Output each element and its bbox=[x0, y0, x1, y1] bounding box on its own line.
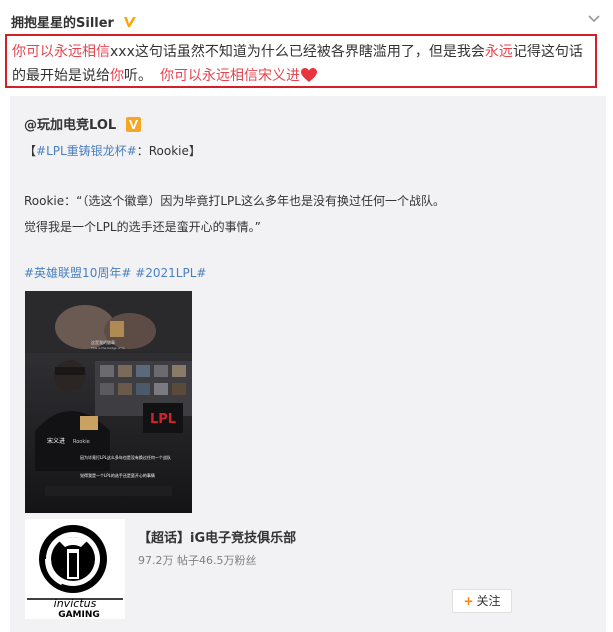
topic-link[interactable]: #LPL重铸银龙杯# bbox=[36, 144, 137, 158]
ig-logo: invictus GAMING bbox=[25, 519, 125, 620]
video-subtitle: 觉得我是一个LPL的选手还是蛮开心的事情 bbox=[80, 472, 155, 478]
video-caption-en: This is the badge of IG bbox=[90, 346, 125, 350]
chevron-down-icon[interactable] bbox=[587, 12, 601, 26]
repost-author-name[interactable]: @玩加电竞LOL bbox=[24, 118, 116, 133]
post-text-plain: 听。 bbox=[124, 68, 152, 84]
video-caption: 这是我的徽章 bbox=[91, 339, 115, 345]
ig-logo-image: invictus GAMING bbox=[25, 519, 125, 620]
svg-text:GAMING: GAMING bbox=[58, 610, 100, 619]
video-player-name-en: Rookie bbox=[73, 439, 90, 445]
video-player-name: 宋义进 bbox=[47, 437, 65, 445]
plus-icon: + bbox=[463, 594, 474, 608]
super-topic-stats: 97.2万 帖子46.5万粉丝 bbox=[138, 554, 257, 567]
post-text-plain: xxx这句话虽然不知道为什么已经被各界瞎滥用了，但是我会 bbox=[110, 44, 485, 60]
verified-badge-icon bbox=[123, 17, 136, 27]
post-text-highlight: 你可以永远相信 bbox=[12, 44, 110, 60]
heart-emoji-icon bbox=[301, 68, 317, 82]
svg-text:invictus: invictus bbox=[54, 597, 97, 610]
repost-text-line: Rookie：“（选这个徽章）因为毕竟打LPL这么多年也是没有换过任何一个战队。 bbox=[24, 194, 445, 208]
author-name[interactable]: 拥抱星星的Siller bbox=[11, 16, 114, 31]
post-text-highlight: 你可以永远相信宋义进 bbox=[160, 68, 300, 84]
follow-button[interactable]: + 关注 bbox=[452, 589, 512, 613]
video-thumbnail[interactable]: 这是我的徽章 This is the badge of IG LPL 宋义进 R… bbox=[25, 291, 192, 513]
post-author[interactable]: 拥抱星星的Siller bbox=[11, 12, 137, 31]
super-topic-card[interactable]: invictus GAMING 【超话】iG电子竞技俱乐部 97.2万 帖子46… bbox=[25, 519, 515, 620]
cut-off-next-content bbox=[45, 626, 585, 632]
post-header: 拥抱星星的Siller bbox=[11, 10, 603, 32]
video-subtitle: 因为毕竟打LPL这么多年也是没有换过任何一个战队 bbox=[80, 454, 171, 460]
reposted-weibo: @玩加电竞LOL 【#LPL重铸银龙杯#：Rookie】 Rookie：“（选这… bbox=[10, 96, 606, 632]
video-frame-image: 这是我的徽章 This is the badge of IG LPL 宋义进 R… bbox=[25, 291, 192, 513]
post-text-highlight: 你 bbox=[110, 68, 124, 84]
video-lpl-watermark: LPL bbox=[150, 412, 176, 427]
repost-author[interactable]: @玩加电竞LOL bbox=[24, 114, 141, 133]
post-text: 你可以永远相信xxx这句话虽然不知道为什么已经被各界瞎滥用了，但是我会永远记得这… bbox=[5, 34, 597, 88]
super-topic-title[interactable]: 【超话】iG电子竞技俱乐部 bbox=[138, 527, 296, 546]
verified-v-icon bbox=[125, 117, 141, 132]
repost-text-line: 觉得我是一个LPL的选手还是蛮开心的事情。” bbox=[24, 220, 261, 234]
post-text-highlight: 永远 bbox=[484, 44, 513, 60]
repost-hashtags[interactable]: #英雄联盟10周年# #2021LPL# bbox=[24, 264, 206, 281]
follow-label: 关注 bbox=[476, 594, 501, 608]
topic-bracket-open: 【 bbox=[24, 144, 37, 158]
repost-topic-line: 【#LPL重铸银龙杯#：Rookie】 bbox=[24, 142, 201, 159]
topic-bracket-close: ：Rookie】 bbox=[136, 144, 201, 158]
